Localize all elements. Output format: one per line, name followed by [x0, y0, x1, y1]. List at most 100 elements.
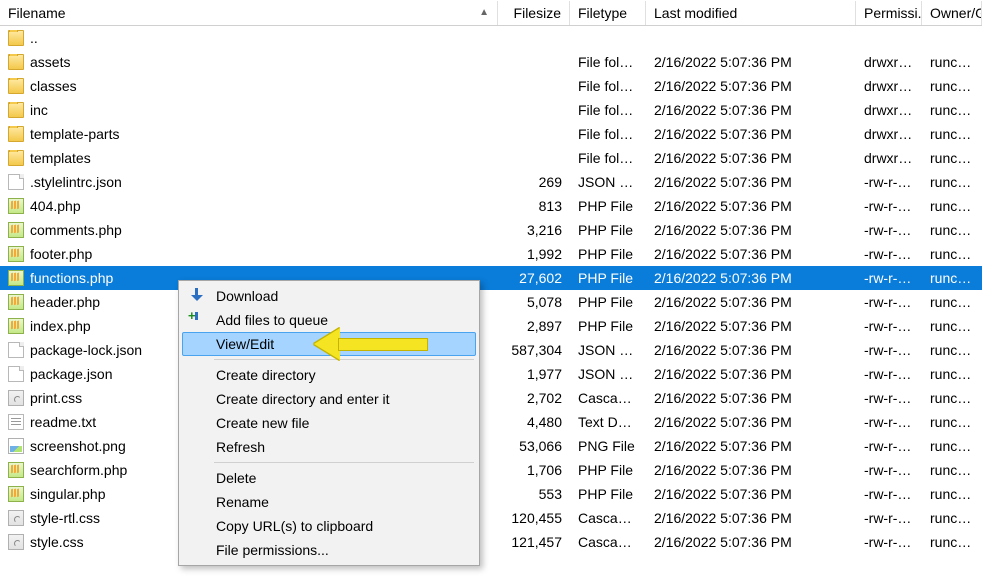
file-row[interactable]: comments.php3,216PHP File2/16/2022 5:07:… [0, 218, 982, 242]
php-icon [8, 486, 24, 502]
file-modified: 2/16/2022 5:07:36 PM [646, 486, 856, 502]
file-permissions: drwxr-xr-x [856, 102, 922, 118]
file-modified: 2/16/2022 5:07:36 PM [646, 342, 856, 358]
file-permissions: drwxr-xr-x [856, 54, 922, 70]
file-type: PHP File [570, 246, 646, 262]
file-name: footer.php [30, 246, 92, 262]
file-owner: runcloud [922, 438, 982, 454]
file-owner: runcloud [922, 102, 982, 118]
file-name: 404.php [30, 198, 81, 214]
file-modified: 2/16/2022 5:07:36 PM [646, 414, 856, 430]
parent-dir-row[interactable]: .. [0, 26, 982, 50]
file-owner: runcloud [922, 486, 982, 502]
file-row[interactable]: searchform.php1,706PHP File2/16/2022 5:0… [0, 458, 982, 482]
file-owner: runcloud [922, 534, 982, 550]
column-header-filesize[interactable]: Filesize [498, 1, 570, 25]
file-row[interactable]: templatesFile folder2/16/2022 5:07:36 PM… [0, 146, 982, 170]
column-header-owner[interactable]: Owner/G [922, 1, 982, 25]
txt-icon [8, 414, 24, 430]
folder-icon [8, 102, 24, 118]
file-permissions: drwxr-xr-x [856, 126, 922, 142]
file-name: screenshot.png [30, 438, 126, 454]
ctx-copy-url[interactable]: Copy URL(s) to clipboard [182, 514, 476, 538]
ctx-refresh[interactable]: Refresh [182, 435, 476, 459]
file-row[interactable]: assetsFile folder2/16/2022 5:07:36 PMdrw… [0, 50, 982, 74]
file-row[interactable]: singular.php553PHP File2/16/2022 5:07:36… [0, 482, 982, 506]
file-permissions: -rw-r--r-- [856, 318, 922, 334]
ctx-create-dir[interactable]: Create directory [182, 363, 476, 387]
file-name: classes [30, 78, 77, 94]
file-permissions: -rw-r--r-- [856, 486, 922, 502]
file-row[interactable]: print.css2,702Cascadin...2/16/2022 5:07:… [0, 386, 982, 410]
file-row[interactable]: template-partsFile folder2/16/2022 5:07:… [0, 122, 982, 146]
file-owner: runcloud [922, 366, 982, 382]
php-icon [8, 198, 24, 214]
php-icon [8, 270, 24, 286]
file-row[interactable]: package.json1,977JSON File2/16/2022 5:07… [0, 362, 982, 386]
file-size: 4,480 [498, 414, 570, 430]
ctx-create-file[interactable]: Create new file [182, 411, 476, 435]
file-type: PHP File [570, 294, 646, 310]
file-modified: 2/16/2022 5:07:36 PM [646, 54, 856, 70]
file-modified: 2/16/2022 5:07:36 PM [646, 78, 856, 94]
file-modified: 2/16/2022 5:07:36 PM [646, 126, 856, 142]
file-row[interactable]: style-rtl.css120,455Cascadin...2/16/2022… [0, 506, 982, 530]
file-row[interactable]: functions.php27,602PHP File2/16/2022 5:0… [0, 266, 982, 290]
file-row[interactable]: 404.php813PHP File2/16/2022 5:07:36 PM-r… [0, 194, 982, 218]
file-size: 2,702 [498, 390, 570, 406]
file-type: Cascadin... [570, 510, 646, 526]
file-modified: 2/16/2022 5:07:36 PM [646, 510, 856, 526]
img-icon [8, 438, 24, 454]
ctx-rename[interactable]: Rename [182, 490, 476, 514]
column-header-permissions[interactable]: Permissi... [856, 1, 922, 25]
file-type: PHP File [570, 486, 646, 502]
ctx-delete[interactable]: Delete [182, 466, 476, 490]
column-header-filetype[interactable]: Filetype [570, 1, 646, 25]
file-name: functions.php [30, 270, 113, 286]
download-icon [188, 287, 206, 305]
ctx-view-edit[interactable]: View/Edit [182, 332, 476, 356]
file-owner: runcloud [922, 198, 982, 214]
ctx-download[interactable]: Download [182, 284, 476, 308]
file-modified: 2/16/2022 5:07:36 PM [646, 270, 856, 286]
file-permissions: -rw-r--r-- [856, 414, 922, 430]
file-owner: runcloud [922, 342, 982, 358]
file-row[interactable]: readme.txt4,480Text Doc...2/16/2022 5:07… [0, 410, 982, 434]
file-row[interactable]: index.php2,897PHP File2/16/2022 5:07:36 … [0, 314, 982, 338]
file-row[interactable]: style.css121,457Cascadin...2/16/2022 5:0… [0, 530, 982, 554]
file-type: PNG File [570, 438, 646, 454]
file-type: JSON File [570, 342, 646, 358]
folder-icon [8, 150, 24, 166]
file-permissions: -rw-r--r-- [856, 174, 922, 190]
file-modified: 2/16/2022 5:07:36 PM [646, 150, 856, 166]
add-queue-icon [188, 311, 206, 329]
ctx-create-dir-enter[interactable]: Create directory and enter it [182, 387, 476, 411]
column-header-modified[interactable]: Last modified [646, 1, 856, 25]
file-size: 53,066 [498, 438, 570, 454]
css-icon [8, 390, 24, 406]
file-row[interactable]: incFile folder2/16/2022 5:07:36 PMdrwxr-… [0, 98, 982, 122]
folder-icon [8, 30, 24, 46]
file-row[interactable]: footer.php1,992PHP File2/16/2022 5:07:36… [0, 242, 982, 266]
file-row[interactable]: package-lock.json587,304JSON File2/16/20… [0, 338, 982, 362]
file-name: package-lock.json [30, 342, 142, 358]
file-row[interactable]: screenshot.png53,066PNG File2/16/2022 5:… [0, 434, 982, 458]
file-permissions: drwxr-xr-x [856, 150, 922, 166]
file-name: comments.php [30, 222, 122, 238]
file-type: File folder [570, 78, 646, 94]
file-row[interactable]: .stylelintrc.json269JSON File2/16/2022 5… [0, 170, 982, 194]
file-name: package.json [30, 366, 113, 382]
file-modified: 2/16/2022 5:07:36 PM [646, 222, 856, 238]
file-owner: runcloud [922, 462, 982, 478]
php-icon [8, 294, 24, 310]
file-row[interactable]: header.php5,078PHP File2/16/2022 5:07:36… [0, 290, 982, 314]
ctx-permissions[interactable]: File permissions... [182, 538, 476, 562]
file-name: print.css [30, 390, 82, 406]
file-owner: runcloud [922, 318, 982, 334]
column-header-filename[interactable]: Filename ▲ [0, 1, 498, 25]
file-name: header.php [30, 294, 100, 310]
file-modified: 2/16/2022 5:07:36 PM [646, 366, 856, 382]
file-name: inc [30, 102, 48, 118]
file-row[interactable]: classesFile folder2/16/2022 5:07:36 PMdr… [0, 74, 982, 98]
ctx-add-queue[interactable]: Add files to queue [182, 308, 476, 332]
